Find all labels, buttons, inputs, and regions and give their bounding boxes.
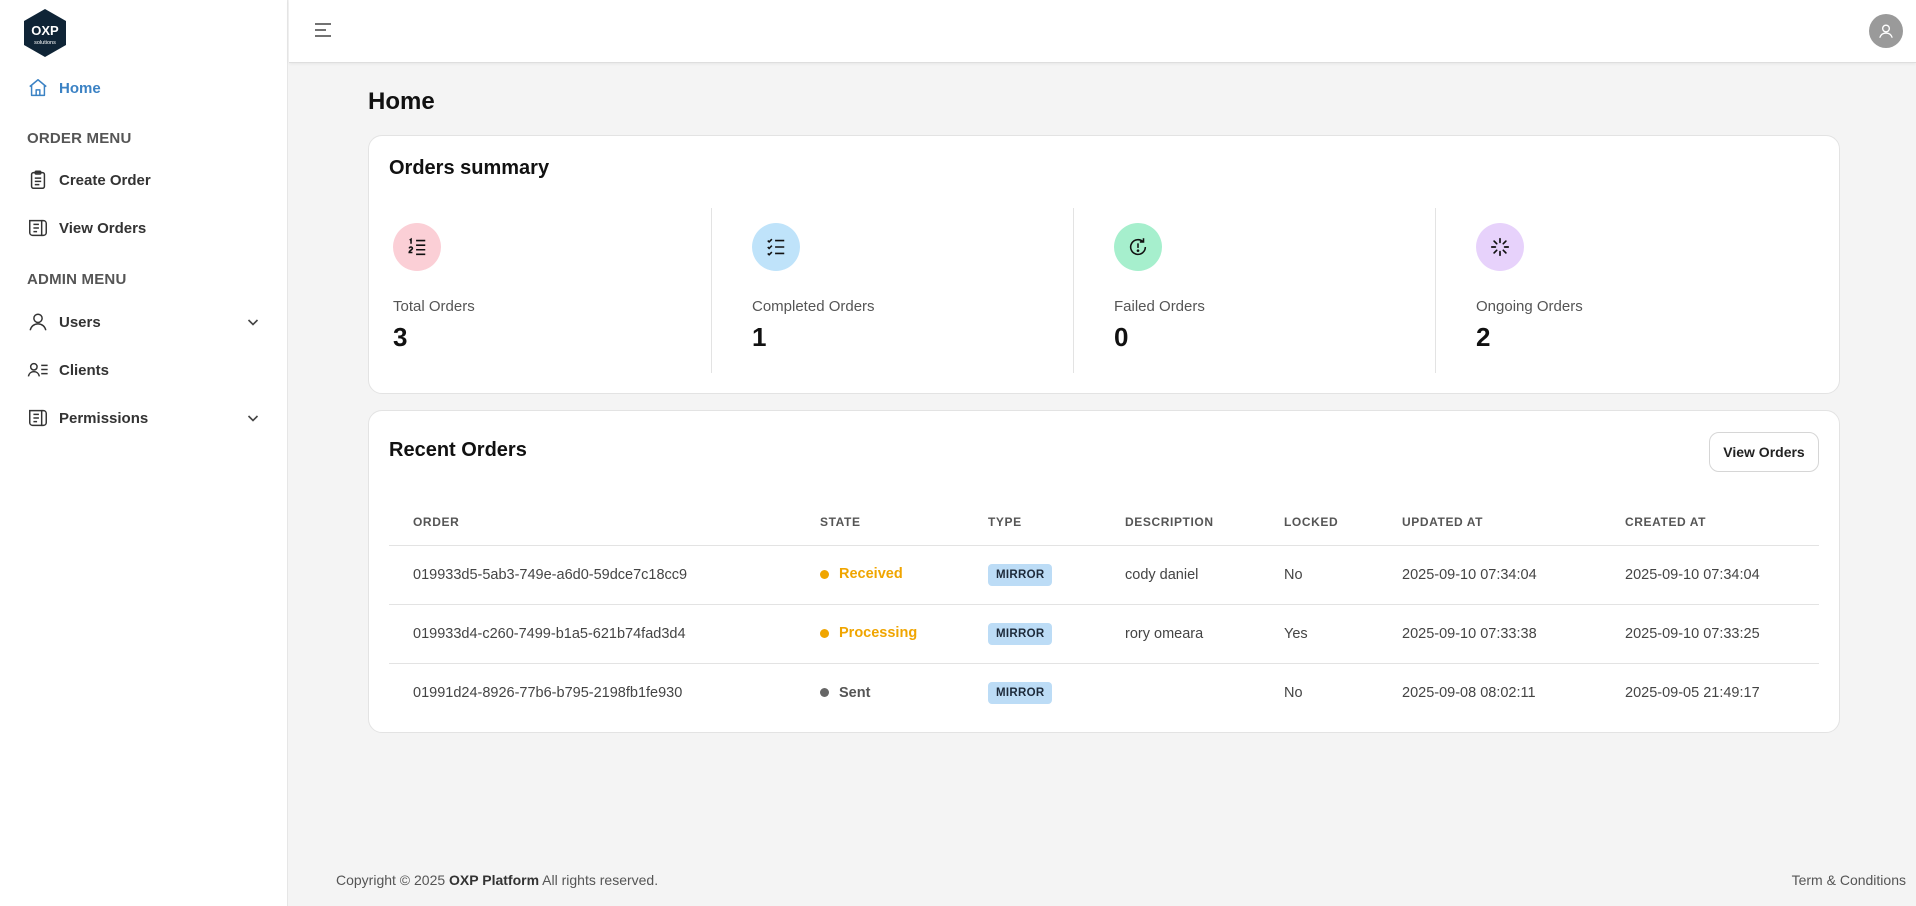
stat-value: 1 [752,322,767,352]
copyright-suffix: All rights reserved. [542,872,659,888]
sidebar-item-label: Permissions [59,409,149,427]
order-locked: No [1284,545,1402,605]
home-icon [26,76,50,100]
chevron-down-icon[interactable] [246,315,260,329]
column-header-updated-at[interactable]: UPDATED AT [1402,495,1625,546]
column-header-state[interactable]: STATE [820,495,988,546]
type-badge: MIRROR [988,681,1053,704]
spinner-icon [1476,223,1524,271]
admin-menu-title: ADMIN MENU [27,271,127,288]
order-description: rory omeara [1125,604,1284,664]
order-description: cody daniel [1125,545,1284,605]
terms-link[interactable]: Term & Conditions [1792,872,1906,888]
order-description [1125,663,1284,722]
stat-total-orders: Total Orders 3 [349,208,711,373]
recent-orders-table: ORDER STATE TYPE DESCRIPTION LOCKED UPDA… [389,495,1819,722]
order-updated-at: 2025-09-10 07:33:38 [1402,604,1625,664]
table-row[interactable]: 019933d4-c260-7499-b1a5-621b74fad3d4 Pro… [389,604,1819,664]
stat-value: 3 [393,322,408,352]
footer-copyright: Copyright © 2025 OXP Platform All rights… [336,872,658,888]
stat-label: Failed Orders [1114,298,1205,315]
numbered-list-icon [393,223,441,271]
state-status: Processing [820,625,917,641]
order-updated-at: 2025-09-10 07:34:04 [1402,545,1625,605]
order-created-at: 2025-09-10 07:34:04 [1625,545,1819,605]
sidebar-item-view-orders[interactable]: View Orders [26,213,264,243]
column-header-type[interactable]: TYPE [988,495,1125,546]
state-dot [820,688,829,697]
stat-value: 2 [1476,322,1491,352]
sidebar-item-permissions[interactable]: Permissions [26,403,264,433]
order-locked: Yes [1284,604,1402,664]
sidebar-item-home[interactable]: Home [26,73,264,103]
stat-label: Completed Orders [752,298,875,315]
table-row[interactable]: 01991d24-8926-77b6-b795-2198fb1fe930 Sen… [389,663,1819,722]
state-dot [820,628,829,638]
state-label: Received [839,566,903,583]
order-id[interactable]: 019933d5-5ab3-749e-a6d0-59dce7c18cc9 [413,545,820,605]
state-label: Sent [839,684,871,701]
table-header-row: ORDER STATE TYPE DESCRIPTION LOCKED UPDA… [389,495,1819,546]
order-id[interactable]: 01991d24-8926-77b6-b795-2198fb1fe930 [413,663,820,722]
user-icon [26,310,50,334]
page-title: Home [368,88,435,115]
user-avatar-icon [1879,24,1893,38]
sidebar-item-create-order[interactable]: Create Order [26,165,264,195]
order-created-at: 2025-09-05 21:49:17 [1625,684,1760,701]
sidebar-item-clients[interactable]: Clients [26,355,264,385]
orders-summary-card: Orders summary Total Orders 3 Completed … [368,135,1840,394]
hamburger-menu-icon[interactable] [313,21,333,39]
column-header-order[interactable]: ORDER [413,495,820,546]
state-status: Received [820,566,903,582]
sidebar: OXP solutions Home ORDER MENU Create Ord… [0,0,288,906]
sidebar-item-label: View Orders [59,219,147,237]
footer-brand: OXP Platform [449,872,540,888]
oxp-logo[interactable]: OXP solutions [22,8,68,58]
copyright-prefix: Copyright © 2025 [336,872,446,888]
stat-label: Total Orders [393,298,475,315]
clipboard-icon [26,168,50,192]
chevron-down-icon[interactable] [246,411,260,425]
sidebar-item-label: Clients [59,361,110,379]
column-header-created-at[interactable]: CREATED AT [1625,495,1819,546]
stat-completed-orders: Completed Orders 1 [711,208,1073,373]
refresh-alert-icon [1114,223,1162,271]
recent-orders-card: Recent Orders View Orders ORDER STATE TY… [368,410,1840,733]
view-orders-button[interactable]: View Orders [1709,432,1819,472]
state-dot [820,569,829,579]
sidebar-item-label: Create Order [59,171,151,189]
order-updated-at: 2025-09-08 08:02:11 [1402,684,1536,701]
stat-failed-orders: Failed Orders 0 [1073,208,1435,373]
logo-text: OXP [31,23,59,38]
table-row[interactable]: 019933d5-5ab3-749e-a6d0-59dce7c18cc9 Rec… [389,545,1819,605]
scroll-list-icon [26,406,50,430]
type-badge: MIRROR [988,622,1053,645]
card-title: Orders summary [389,157,550,179]
stat-value: 0 [1114,322,1129,352]
client-list-icon [26,358,50,382]
state-label: Processing [839,625,918,642]
order-locked: No [1284,684,1303,701]
order-id[interactable]: 019933d4-c260-7499-b1a5-621b74fad3d4 [413,604,820,664]
sidebar-item-label: Users [59,313,101,331]
column-header-description[interactable]: DESCRIPTION [1125,495,1284,546]
scroll-list-icon [26,216,50,240]
column-header-locked[interactable]: LOCKED [1284,495,1402,546]
stat-label: Ongoing Orders [1476,298,1583,315]
order-menu-title: ORDER MENU [27,130,132,147]
logo-subtext: solutions [34,40,56,46]
topbar [289,0,1916,63]
card-title: Recent Orders [389,439,527,461]
state-status: Sent [820,685,870,701]
order-created-at: 2025-09-10 07:33:25 [1625,604,1819,664]
sidebar-item-users[interactable]: Users [26,307,264,337]
type-badge: MIRROR [988,563,1053,586]
stat-ongoing-orders: Ongoing Orders 2 [1435,208,1839,373]
checklist-icon [752,223,800,271]
avatar[interactable] [1869,14,1903,48]
sidebar-item-label: Home [59,79,101,97]
